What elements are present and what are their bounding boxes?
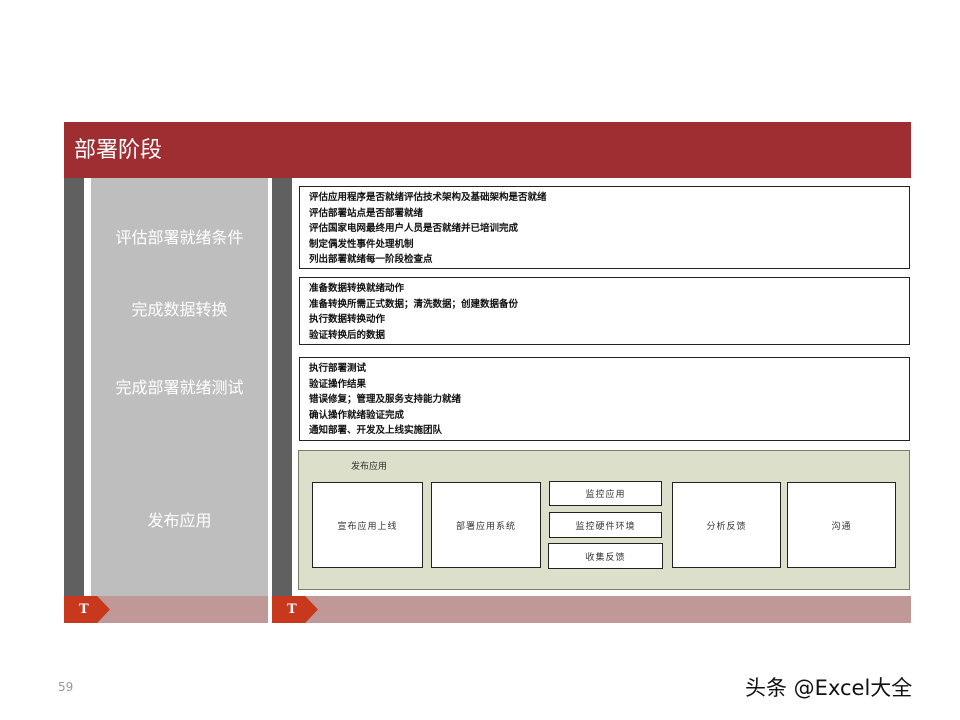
release-step-monitor-hardware: 监控硬件环境 xyxy=(549,512,662,538)
release-step-analyze-feedback: 分析反馈 xyxy=(672,482,781,568)
watermark: 头条 @Excel大全 xyxy=(745,676,913,700)
release-step-communicate: 沟通 xyxy=(787,482,896,568)
detail-line: 准备数据转换就绪动作 xyxy=(309,283,405,294)
page-number: 59 xyxy=(58,680,74,694)
detail-line: 错误修复；管理及服务支持能力就绪 xyxy=(309,394,462,405)
detail-line: 评估国家电网最终用户人员是否就绪并已培训完成 xyxy=(309,223,519,234)
stage-label-readiness: 评估部署就绪条件 xyxy=(115,228,244,247)
release-step-announce: 宣布应用上线 xyxy=(312,482,423,568)
detail-line: 验证转换后的数据 xyxy=(309,329,386,341)
footer-bar-right xyxy=(272,596,911,623)
right-dark-strip xyxy=(272,178,292,596)
detail-line: 通知部署、开发及上线实施团队 xyxy=(309,425,443,436)
page-title: 部署阶段 xyxy=(74,138,163,163)
detail-line: 准备转换所需正式数据；清洗数据；创建数据备份 xyxy=(309,298,519,310)
release-step-monitor-app: 监控应用 xyxy=(549,481,662,506)
detail-line: 评估部署站点是否部署就绪 xyxy=(309,207,424,219)
release-panel-title: 发布应用 xyxy=(351,462,388,472)
stage-label-readiness-test: 完成部署就绪测试 xyxy=(115,378,244,397)
detail-line: 验证操作结果 xyxy=(309,378,367,390)
stage-label-data-conversion: 完成数据转换 xyxy=(131,300,228,319)
release-step-deploy: 部署应用系统 xyxy=(431,482,541,568)
detail-box-readiness: 评估应用程序是否就绪评估技术架构及基础架构是否就绪 评估部署站点是否部署就绪 评… xyxy=(299,186,910,269)
detail-line: 列出部署就绪每一阶段检查点 xyxy=(309,254,433,265)
detail-line: 制定偶发性事件处理机制 xyxy=(309,238,414,250)
detail-line: 执行数据转换动作 xyxy=(309,314,386,325)
detail-line: 确认操作就绪验证完成 xyxy=(309,409,405,421)
left-dark-strip xyxy=(64,178,84,596)
detail-box-readiness-test: 执行部署测试 验证操作结果 错误修复；管理及服务支持能力就绪 确认操作就绪验证完… xyxy=(299,357,910,441)
detail-line: 执行部署测试 xyxy=(309,363,367,374)
release-step-collect-feedback: 收集反馈 xyxy=(548,543,663,569)
header-bar xyxy=(64,122,911,178)
detail-line: 评估应用程序是否就绪评估技术架构及基础架构是否就绪 xyxy=(309,192,547,203)
stage-label-release: 发布应用 xyxy=(147,511,212,530)
detail-box-data-conversion: 准备数据转换就绪动作 准备转换所需正式数据；清洗数据；创建数据备份 执行数据转换… xyxy=(299,277,910,345)
